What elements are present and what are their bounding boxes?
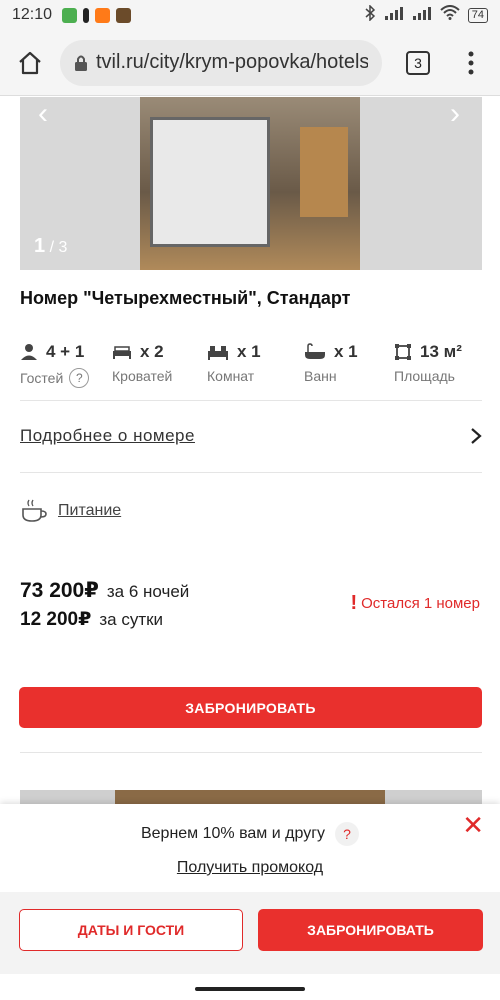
status-bar: 12:10 74 [0,0,500,30]
gallery-separator: / [45,239,59,256]
signal-icon [384,6,404,25]
gallery-counter: 1 / 3 [34,235,67,258]
amenity-label: Комнат [207,368,255,384]
gallery-total: 3 [58,239,68,256]
room-photo [140,97,360,270]
amenity-area: 13 м² Площадь [394,340,462,384]
divider [20,400,482,401]
gallery-current: 1 [34,235,46,257]
room-photo-gallery[interactable]: ‹ › 1 / 3 [20,97,482,270]
bunk-bed-shape [150,117,270,247]
amenity-label: Кроватей [112,368,173,384]
meals-label: Питание [58,502,122,519]
divider [20,472,482,473]
price-per-day-period: за сутки [99,610,164,629]
amenity-value: 4 + 1 [46,342,85,361]
promo-close-button[interactable]: ✕ [462,810,484,841]
bluetooth-icon [364,3,376,26]
area-icon [395,344,411,360]
tabs-button[interactable]: 3 [388,50,448,75]
amenity-baths: x 1 Ванн [304,340,358,384]
chevron-right-icon [471,428,482,444]
amenity-value: 13 м² [420,342,462,361]
price-block: 73 200₽ за 6 ночей 12 200₽ за сутки [20,578,189,638]
promo-help-button[interactable]: ? [335,822,360,846]
gallery-next-button[interactable]: › [450,97,460,131]
wifi-icon [440,5,460,25]
rooms-icon [208,346,228,360]
bed-icon [113,346,131,359]
room-title: Номер "Четырехместный", Стандарт [20,288,351,308]
app-icon [95,7,111,23]
battery-indicator: 74 [467,7,488,23]
lock-icon [75,55,87,71]
bathtub-icon [305,343,325,359]
price-per-day: 12 200₽ [20,609,92,630]
chrome-app-icon [62,7,78,23]
home-icon [19,51,41,74]
desk-shape [300,127,348,217]
price-per-day-row: 12 200₽ за сутки [20,608,189,638]
guests-help-button[interactable]: ? [69,368,90,388]
cup-icon [22,499,47,522]
bottom-action-bar: ДАТЫ И ГОСТИ ЗАБРОНИРОВАТЬ [0,892,500,974]
app-icon [116,7,132,23]
gallery-prev-button[interactable]: ‹ [38,97,48,131]
amenity-label: Гостей [20,370,64,386]
room-details-link[interactable]: Подробнее о номере [20,426,482,446]
browser-menu-button[interactable] [448,51,494,75]
amenity-value: x 1 [237,342,261,361]
promo-panel: Вернем 10% вам и другу ? ✕ Получить пром… [0,804,500,892]
amenity-rooms: x 1 Комнат [207,340,261,384]
price-total-period: за 6 ночей [106,582,190,601]
price-total: 73 200₽ [20,579,99,602]
address-bar[interactable]: tvil.ru/city/krym-popovka/hotels [60,39,382,86]
home-button[interactable] [0,50,60,76]
gesture-nav-handle[interactable] [195,987,305,991]
tabs-count: 3 [406,50,430,75]
book-button[interactable]: ЗАБРОНИРОВАТЬ [19,687,482,728]
browser-toolbar: tvil.ru/city/krym-popovka/hotels 3 [0,30,500,96]
bottom-book-button[interactable]: ЗАБРОНИРОВАТЬ [258,909,483,951]
amenity-label: Ванн [304,368,337,384]
divider [20,752,482,753]
alert-icon: ! [350,592,358,614]
room-details-label: Подробнее о номере [20,426,195,445]
amenity-beds: x 2 Кроватей [112,340,172,384]
amenity-value: x 1 [334,342,358,361]
availability-notice: ! Остался 1 номер [350,592,480,615]
signal-icon [412,6,432,25]
amenity-value: x 2 [140,342,164,361]
person-icon [21,344,37,360]
meals-link[interactable]: Питание [20,498,121,524]
app-icon [83,7,90,23]
get-promocode-link[interactable]: Получить промокод [0,859,500,877]
more-vert-icon [468,51,474,74]
amenity-guests: 4 + 1 Гостей ? [20,340,90,388]
room-amenities: 4 + 1 Гостей ? x 2 Кроватей x 1 Комнат x… [20,340,480,390]
promo-text: Вернем 10% вам и другу [140,825,326,842]
amenity-label: Площадь [394,368,455,384]
url-text: tvil.ru/city/krym-popovka/hotels [96,51,368,73]
availability-text: Остался 1 номер [361,595,480,612]
status-time: 12:10 [12,6,53,23]
price-total-row: 73 200₽ за 6 ночей [20,578,189,608]
dates-guests-button[interactable]: ДАТЫ И ГОСТИ [19,909,243,951]
